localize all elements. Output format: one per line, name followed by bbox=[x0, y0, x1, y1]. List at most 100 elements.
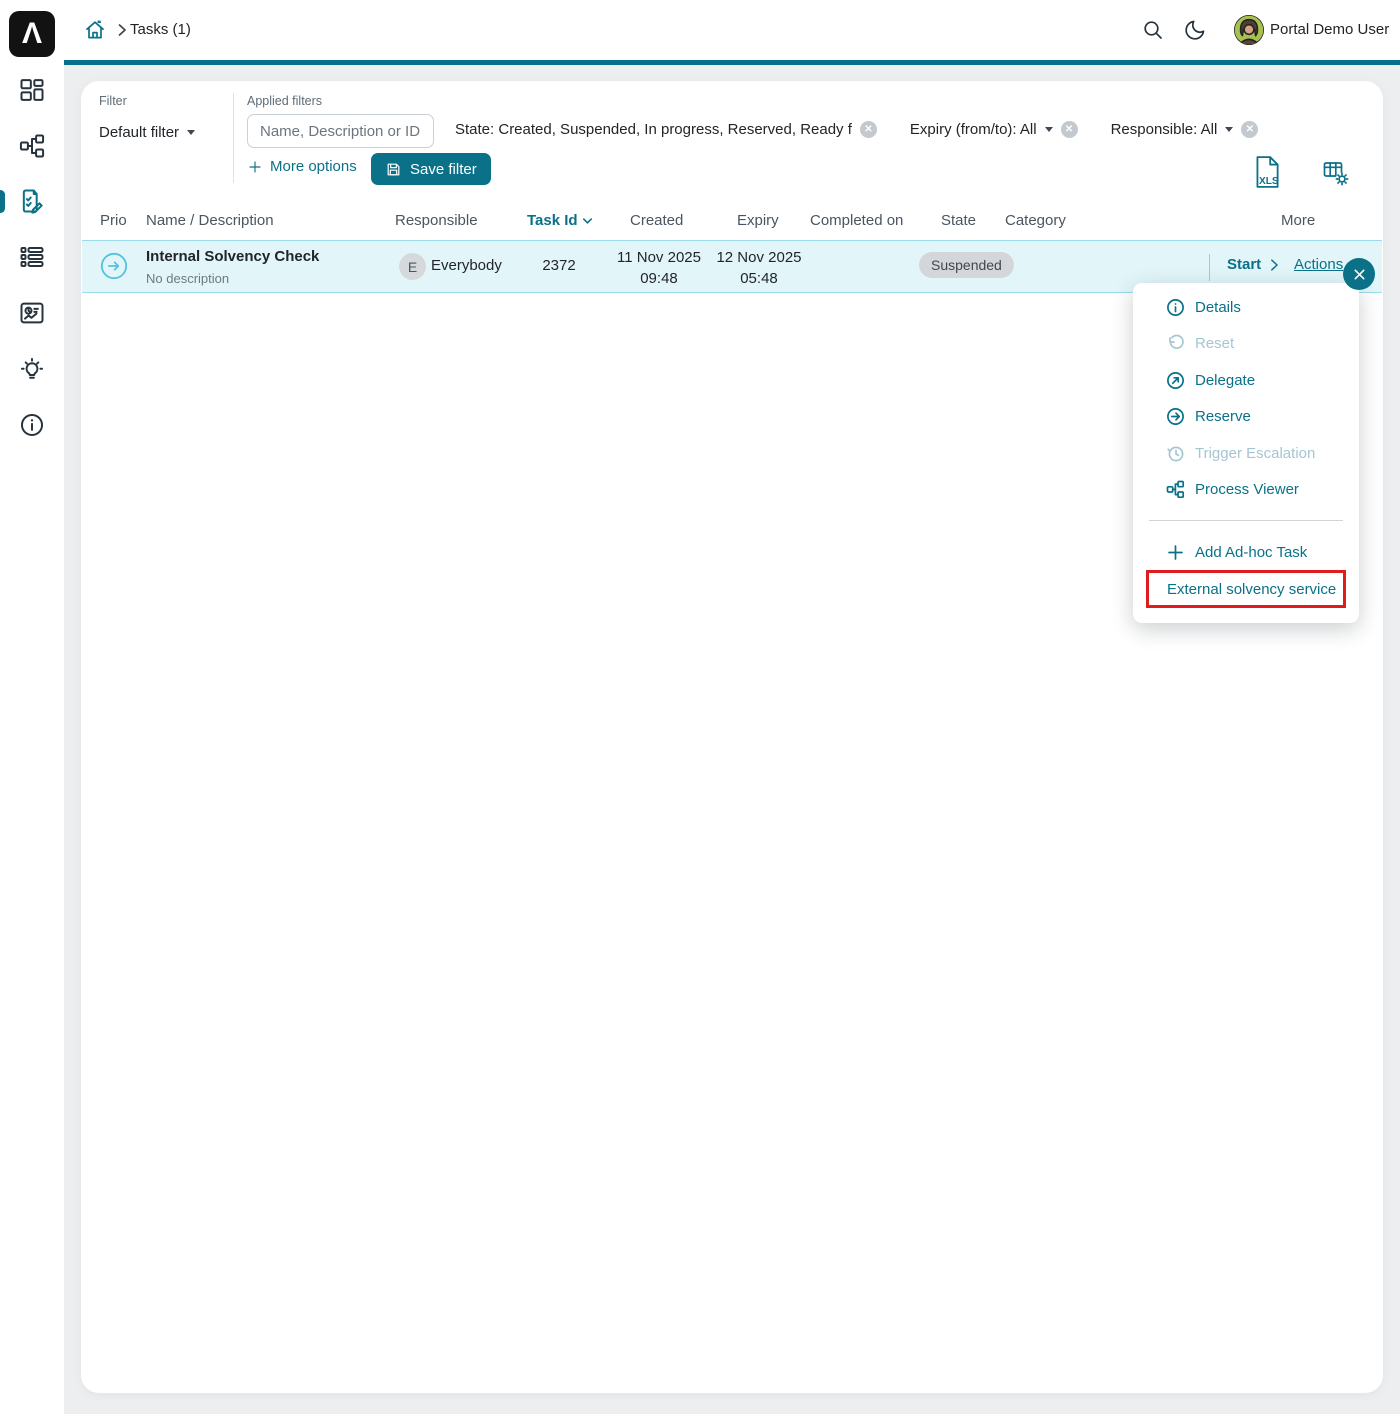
menu-divider bbox=[1149, 520, 1343, 521]
menu-item-reset: Reset bbox=[1133, 325, 1359, 361]
info-icon bbox=[1166, 298, 1185, 317]
task-name[interactable]: Internal Solvency Check bbox=[146, 248, 319, 265]
expiry-date: 12 Nov 2025 bbox=[716, 249, 801, 266]
column-header-taskid-label: Task Id bbox=[527, 212, 578, 229]
more-options-button[interactable]: More options bbox=[247, 158, 357, 175]
sidebar-item-info[interactable] bbox=[18, 411, 46, 439]
sidebar-item-tasks[interactable] bbox=[18, 187, 46, 215]
plus-icon bbox=[1166, 543, 1185, 562]
created-cell: 11 Nov 2025 09:48 bbox=[611, 247, 707, 289]
state-badge: Suspended bbox=[919, 252, 1014, 278]
column-header-created[interactable]: Created bbox=[630, 212, 683, 229]
breadcrumb-chevron-icon bbox=[114, 22, 130, 38]
applied-filters-label: Applied filters bbox=[247, 94, 322, 108]
filter-selector-value: Default filter bbox=[99, 124, 179, 141]
menu-item-trigger-escalation-label: Trigger Escalation bbox=[1195, 445, 1315, 462]
reset-icon bbox=[1166, 334, 1185, 353]
menu-item-reserve[interactable]: Reserve bbox=[1133, 398, 1359, 434]
remove-responsible-filter-icon[interactable]: ✕ bbox=[1241, 121, 1258, 138]
responsible-avatar: E bbox=[399, 253, 426, 280]
close-menu-button[interactable] bbox=[1343, 258, 1375, 290]
chevron-down-icon bbox=[1225, 127, 1233, 132]
menu-item-details-label: Details bbox=[1195, 299, 1241, 316]
created-time: 09:48 bbox=[640, 270, 678, 287]
start-task-label: Start bbox=[1227, 256, 1261, 273]
responsible-filter-chip[interactable]: Responsible: All ✕ bbox=[1111, 121, 1259, 138]
task-list-panel: Filter Default filter Applied filters St… bbox=[81, 81, 1383, 1393]
remove-state-filter-icon[interactable]: ✕ bbox=[860, 121, 877, 138]
expiry-filter-chip-label: Expiry (from/to): All bbox=[910, 121, 1037, 138]
table-header: Prio Name / Description Responsible Task… bbox=[81, 204, 1383, 240]
responsible-name: Everybody bbox=[431, 257, 502, 274]
sidebar: Λ bbox=[0, 0, 64, 1414]
menu-item-process-viewer[interactable]: Process Viewer bbox=[1133, 471, 1359, 507]
menu-item-add-adhoc-task[interactable]: Add Ad-hoc Task bbox=[1133, 534, 1359, 570]
column-header-completed[interactable]: Completed on bbox=[810, 212, 903, 229]
accent-divider bbox=[64, 60, 1400, 65]
app-logo[interactable]: Λ bbox=[9, 11, 55, 57]
dark-mode-toggle-icon[interactable] bbox=[1183, 18, 1207, 42]
menu-item-external-solvency-label: External solvency service bbox=[1167, 581, 1336, 598]
plus-icon bbox=[247, 159, 263, 175]
menu-item-reset-label: Reset bbox=[1195, 335, 1234, 352]
responsible-filter-chip-label: Responsible: All bbox=[1111, 121, 1218, 138]
applied-filter-chips: State: Created, Suspended, In progress, … bbox=[455, 121, 1258, 138]
column-header-name[interactable]: Name / Description bbox=[146, 212, 274, 229]
start-task-button[interactable]: Start bbox=[1227, 256, 1281, 273]
filter-selector[interactable]: Default filter bbox=[99, 124, 195, 141]
home-icon[interactable] bbox=[83, 18, 107, 42]
expiry-filter-chip[interactable]: Expiry (from/to): All ✕ bbox=[910, 121, 1078, 138]
task-id: 2372 bbox=[516, 257, 602, 274]
column-header-state[interactable]: State bbox=[941, 212, 976, 229]
delegate-icon bbox=[1166, 371, 1185, 390]
state-filter-chip-label: State: Created, Suspended, In progress, … bbox=[455, 121, 852, 138]
user-menu[interactable]: Portal Demo User bbox=[1270, 21, 1389, 38]
breadcrumb-current[interactable]: Tasks (1) bbox=[130, 21, 191, 38]
remove-expiry-filter-icon[interactable]: ✕ bbox=[1061, 121, 1078, 138]
save-filter-label: Save filter bbox=[410, 161, 477, 178]
sidebar-item-cases[interactable] bbox=[18, 243, 46, 271]
app-root: Tasks (1) Portal Demo User Λ bbox=[0, 0, 1400, 1414]
svg-text:XLS: XLS bbox=[1259, 176, 1279, 187]
menu-item-add-adhoc-label: Add Ad-hoc Task bbox=[1195, 544, 1307, 561]
row-actions-divider bbox=[1209, 254, 1210, 281]
search-icon[interactable] bbox=[1141, 18, 1165, 42]
menu-item-trigger-escalation: Trigger Escalation bbox=[1133, 435, 1359, 471]
save-filter-button[interactable]: Save filter bbox=[371, 153, 491, 185]
column-header-prio[interactable]: Prio bbox=[100, 212, 127, 229]
expiry-time: 05:48 bbox=[740, 270, 778, 287]
created-date: 11 Nov 2025 bbox=[617, 249, 701, 266]
column-header-expiry[interactable]: Expiry bbox=[737, 212, 779, 229]
search-input[interactable] bbox=[247, 114, 434, 148]
sidebar-active-indicator bbox=[0, 190, 5, 213]
more-options-label: More options bbox=[270, 158, 357, 175]
export-excel-icon[interactable]: XLS bbox=[1252, 155, 1282, 189]
column-settings-icon[interactable] bbox=[1322, 159, 1350, 187]
state-filter-chip[interactable]: State: Created, Suspended, In progress, … bbox=[455, 121, 877, 138]
chevron-down-icon bbox=[1045, 127, 1053, 132]
sidebar-item-processes[interactable] bbox=[18, 132, 46, 160]
chevron-down-icon bbox=[187, 130, 195, 135]
column-header-taskid[interactable]: Task Id bbox=[527, 212, 595, 229]
escalation-clock-icon bbox=[1166, 444, 1185, 463]
sidebar-item-statistics[interactable] bbox=[18, 299, 46, 327]
priority-normal-icon bbox=[100, 252, 128, 280]
close-icon bbox=[1352, 267, 1367, 282]
filter-label: Filter bbox=[99, 94, 127, 108]
chevron-right-icon bbox=[1267, 258, 1281, 272]
menu-item-delegate[interactable]: Delegate bbox=[1133, 362, 1359, 398]
process-viewer-icon bbox=[1166, 480, 1185, 499]
sidebar-item-dashboard[interactable] bbox=[18, 76, 46, 104]
column-header-responsible[interactable]: Responsible bbox=[395, 212, 478, 229]
menu-item-external-solvency-service[interactable]: External solvency service bbox=[1146, 570, 1346, 608]
column-header-category[interactable]: Category bbox=[1005, 212, 1066, 229]
reserve-icon bbox=[1166, 407, 1185, 426]
avatar[interactable] bbox=[1234, 15, 1264, 45]
topbar: Tasks (1) Portal Demo User bbox=[64, 0, 1400, 60]
sidebar-item-ideas[interactable] bbox=[18, 356, 46, 384]
menu-item-details[interactable]: Details bbox=[1133, 289, 1359, 325]
filter-divider bbox=[233, 93, 234, 183]
column-header-more: More bbox=[1281, 212, 1315, 229]
save-icon bbox=[385, 161, 402, 178]
menu-item-reserve-label: Reserve bbox=[1195, 408, 1251, 425]
